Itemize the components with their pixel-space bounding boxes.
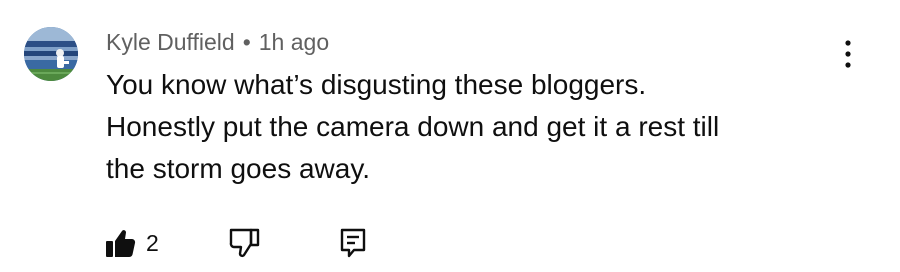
thumbs-down-icon (229, 228, 260, 258)
like-button[interactable]: 2 (104, 226, 159, 260)
avatar-image (24, 27, 78, 81)
comment-timestamp[interactable]: 1h ago (259, 29, 329, 55)
comment-card: Kyle Duffield • 1h ago You know what’s dis… (0, 0, 900, 272)
dislike-button[interactable] (228, 226, 260, 260)
more-vert-icon (845, 40, 851, 68)
avatar[interactable] (24, 27, 78, 81)
comment-menu-button[interactable] (830, 36, 866, 72)
reply-icon (340, 228, 366, 258)
thumbs-up-filled-icon (106, 230, 136, 257)
comment-meta: Kyle Duffield • 1h ago (106, 28, 329, 56)
author-name[interactable]: Kyle Duffield (106, 29, 235, 55)
comment-text: You know what’s disgusting these blogger… (106, 69, 720, 184)
reply-button[interactable] (340, 226, 366, 260)
meta-separator: • (242, 29, 251, 55)
like-count: 2 (146, 229, 159, 256)
